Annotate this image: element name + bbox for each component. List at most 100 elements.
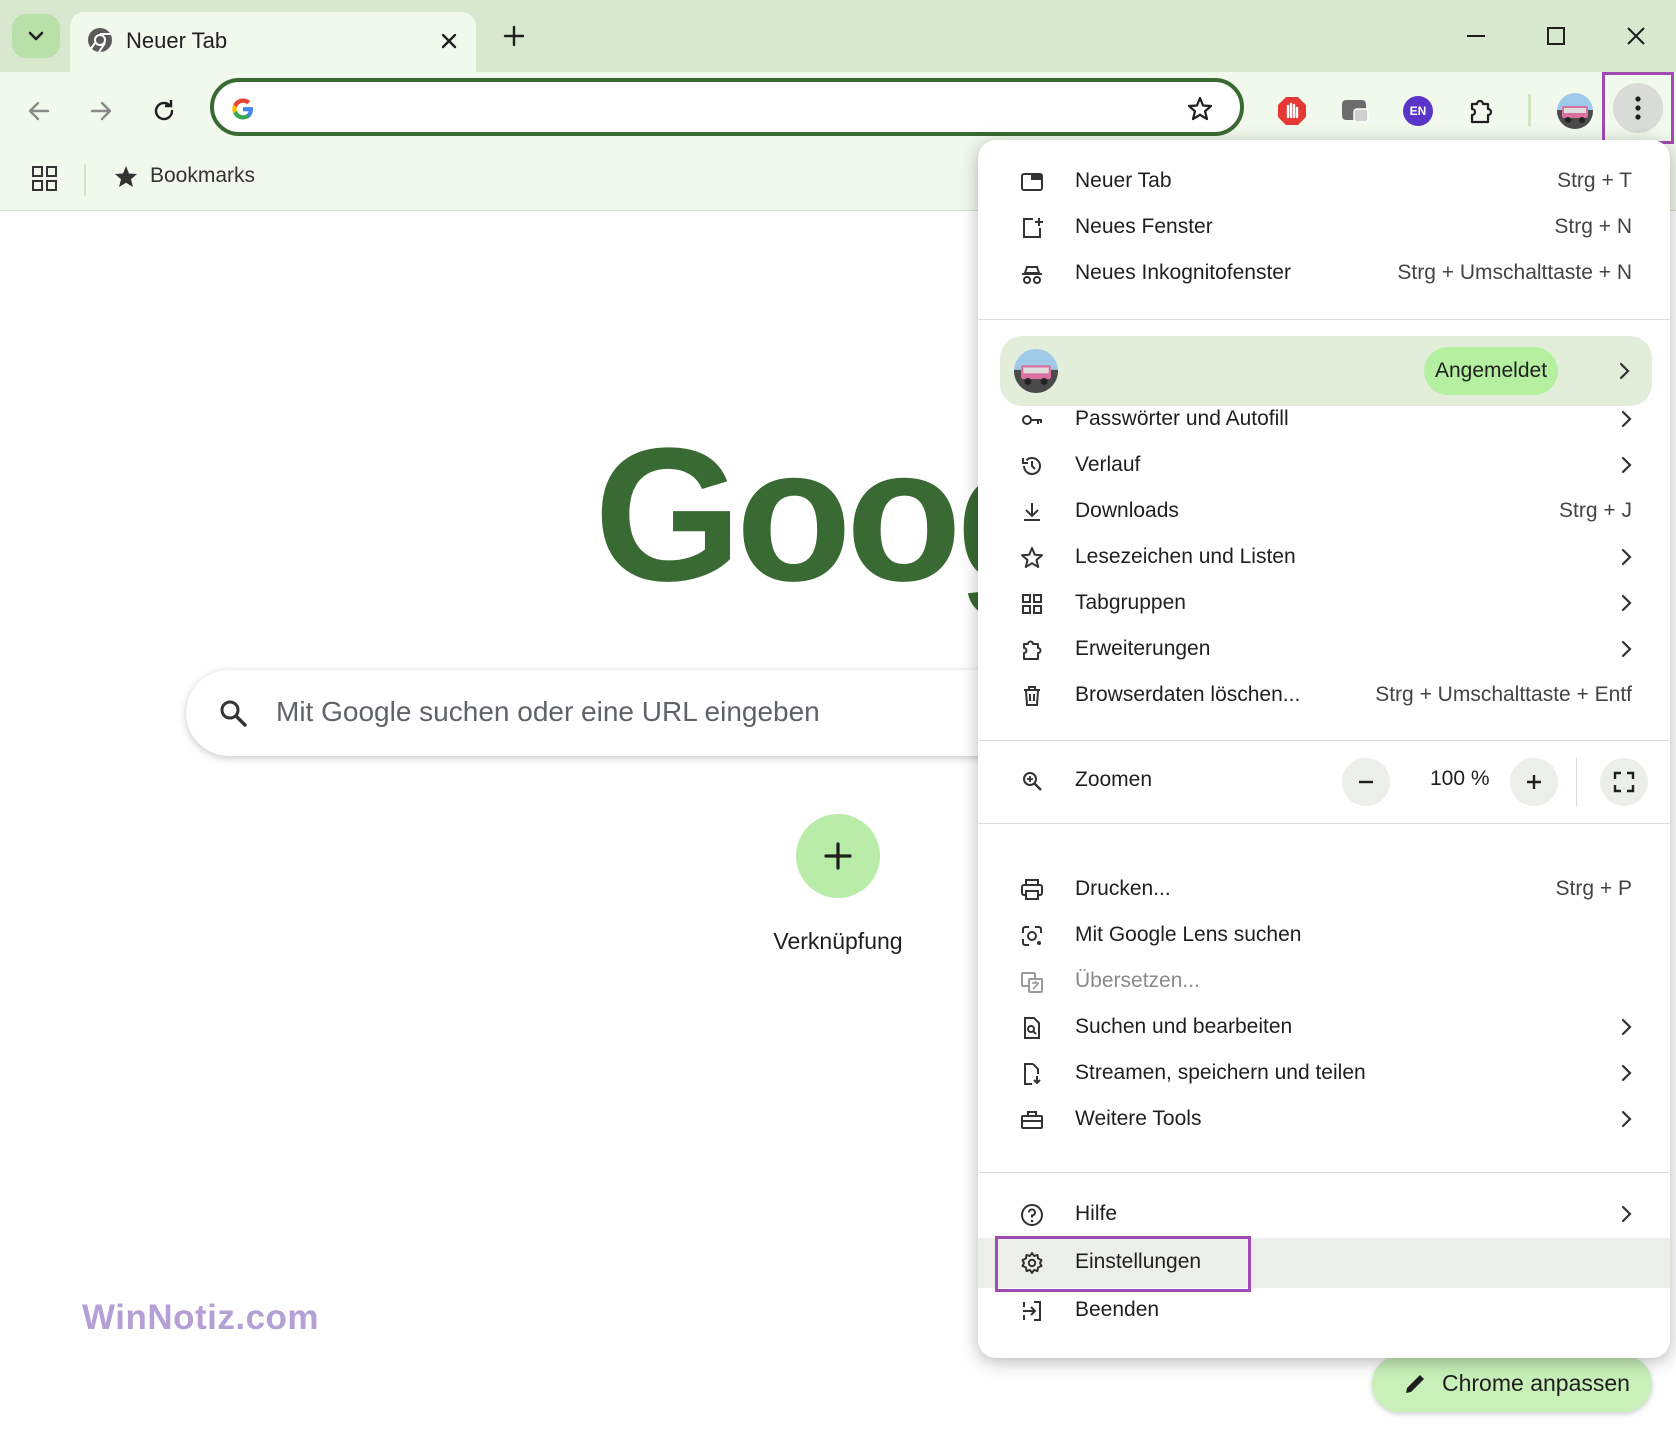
menu-item-label: Weitere Tools — [1075, 1107, 1202, 1130]
chevron-right-icon — [1621, 640, 1632, 658]
address-bar[interactable] — [210, 78, 1244, 136]
menu-item-new-tab[interactable]: Neuer Tab Strg + T — [978, 159, 1670, 205]
menu-item-new-incognito-window[interactable]: Neues Inkognitofenster Strg + Umschaltta… — [978, 251, 1670, 297]
customize-and-control-button[interactable] — [1602, 72, 1674, 144]
back-button[interactable] — [17, 89, 61, 133]
fullscreen-icon — [1613, 771, 1635, 793]
menu-item-exit[interactable]: Beenden — [978, 1288, 1670, 1334]
menu-item-passwords[interactable]: Passwörter und Autofill — [978, 397, 1670, 443]
menu-item-shortcut: Strg + P — [1555, 877, 1632, 900]
star-icon — [1021, 547, 1043, 568]
menu-item-clear-browsing-data[interactable]: Browserdaten löschen... Strg + Umschaltt… — [978, 673, 1670, 719]
menu-item-label: Streamen, speichern und teilen — [1075, 1061, 1366, 1084]
adblock-extension[interactable] — [1270, 89, 1314, 133]
zoom-icon — [1023, 772, 1042, 791]
zoom-in-button[interactable] — [1510, 758, 1558, 806]
watermark: WinNotiz.com — [82, 1298, 320, 1337]
pencil-icon — [1406, 1375, 1424, 1393]
menu-item-find-and-edit[interactable]: Suchen und bearbeiten — [978, 1005, 1670, 1051]
chevron-right-icon — [1621, 594, 1632, 612]
toolbar-separator — [1528, 94, 1531, 126]
trash-icon — [1024, 686, 1040, 706]
cast-save-icon — [1024, 1063, 1041, 1085]
translate-icon — [1021, 972, 1043, 993]
tab-groups-icon — [1022, 594, 1042, 614]
profile-button[interactable] — [1553, 89, 1597, 133]
menu-item-label: Hilfe — [1075, 1202, 1118, 1225]
zoom-out-button[interactable] — [1342, 758, 1390, 806]
menu-item-tab-groups[interactable]: Tabgruppen — [978, 581, 1670, 627]
stop-hand-icon — [1278, 97, 1306, 125]
bookmarks-folder[interactable]: Bookmarks — [150, 164, 255, 188]
download-icon — [1024, 503, 1040, 521]
chevron-right-icon — [1621, 1205, 1632, 1223]
reload-button[interactable] — [142, 89, 186, 133]
menu-item-more-tools[interactable]: Weitere Tools — [978, 1097, 1670, 1143]
menu-item-translate[interactable]: Übersetzen... — [978, 959, 1670, 1005]
tab-active[interactable]: Neuer Tab — [70, 12, 476, 72]
minimize-button[interactable] — [1446, 12, 1506, 60]
menu-item-print[interactable]: Drucken... Strg + P — [978, 867, 1670, 913]
extension-2[interactable] — [1333, 89, 1377, 133]
zoom-separator — [1576, 757, 1577, 807]
close-icon — [441, 33, 457, 49]
incognito-icon — [1022, 266, 1042, 284]
menu-item-extensions[interactable]: Erweiterungen — [978, 627, 1670, 673]
chrome-icon — [88, 28, 112, 53]
search-placeholder: Mit Google suchen oder eine URL eingeben — [276, 696, 820, 727]
menu-item-downloads[interactable]: Downloads Strg + J — [978, 489, 1670, 535]
lens-icon — [1022, 926, 1042, 946]
apps-grid-icon[interactable] — [30, 164, 60, 194]
key-icon — [1022, 415, 1042, 425]
new-window-icon — [1023, 218, 1043, 238]
menu-item-label: Beenden — [1075, 1298, 1160, 1321]
plus-icon — [1527, 775, 1541, 789]
help-icon — [1021, 1204, 1043, 1226]
minus-icon — [1359, 780, 1373, 784]
menu-item-help[interactable]: Hilfe — [978, 1192, 1670, 1238]
avatar — [1557, 93, 1593, 129]
menu-item-history[interactable]: Verlauf — [978, 443, 1670, 489]
history-icon — [1022, 457, 1041, 475]
new-tab-button[interactable] — [494, 16, 534, 56]
menu-item-label: Tabgruppen — [1075, 591, 1186, 614]
arrow-left-icon — [28, 101, 50, 121]
language-extension[interactable]: EN — [1396, 89, 1440, 133]
toolbar: EN — [0, 72, 1676, 150]
close-icon — [1627, 27, 1645, 45]
chevron-right-icon — [1621, 548, 1632, 566]
maximize-button[interactable] — [1526, 12, 1586, 60]
chevron-right-icon — [1621, 1064, 1632, 1082]
chevron-right-icon — [1621, 1110, 1632, 1128]
extensions-button[interactable] — [1459, 89, 1503, 133]
more-vert-icon — [1635, 96, 1641, 120]
star-outline-icon[interactable] — [1186, 95, 1214, 123]
arrow-right-icon — [90, 101, 112, 121]
tab-search-button[interactable] — [12, 14, 60, 58]
menu-item-label: Drucken... — [1075, 877, 1171, 900]
add-shortcut-button[interactable] — [796, 814, 880, 898]
profile-row[interactable]: Angemeldet — [1000, 336, 1652, 406]
menu-item-google-lens[interactable]: Mit Google Lens suchen — [978, 913, 1670, 959]
reload-icon — [154, 100, 174, 121]
menu-item-label: Downloads — [1075, 499, 1179, 522]
menu-item-cast-save-share[interactable]: Streamen, speichern und teilen — [978, 1051, 1670, 1097]
chevron-right-icon — [1619, 362, 1630, 380]
forward-button[interactable] — [79, 89, 123, 133]
menu-item-new-window[interactable]: Neues Fenster Strg + N — [978, 205, 1670, 251]
window-close-button[interactable] — [1606, 12, 1666, 60]
title-bar: Neuer Tab — [0, 0, 1676, 72]
customize-chrome-button[interactable]: Chrome anpassen — [1372, 1356, 1652, 1412]
menu-item-label: Zoomen — [1075, 768, 1153, 791]
menu-item-label: Lesezeichen und Listen — [1075, 545, 1296, 568]
shortcut-label: Verknüpfung — [773, 928, 903, 954]
menu-item-label: Mit Google Lens suchen — [1075, 923, 1302, 946]
tab-close-button[interactable] — [434, 26, 464, 56]
menu-item-bookmarks-and-lists[interactable]: Lesezeichen und Listen — [978, 535, 1670, 581]
menu-item-zoom: Zoomen 100 % — [978, 741, 1670, 823]
toolbox-icon — [1021, 1111, 1043, 1129]
menu-item-label: Neuer Tab — [1075, 169, 1172, 192]
fullscreen-button[interactable] — [1600, 758, 1648, 806]
minimize-icon — [1467, 35, 1485, 37]
new-tab-icon — [1021, 173, 1043, 191]
